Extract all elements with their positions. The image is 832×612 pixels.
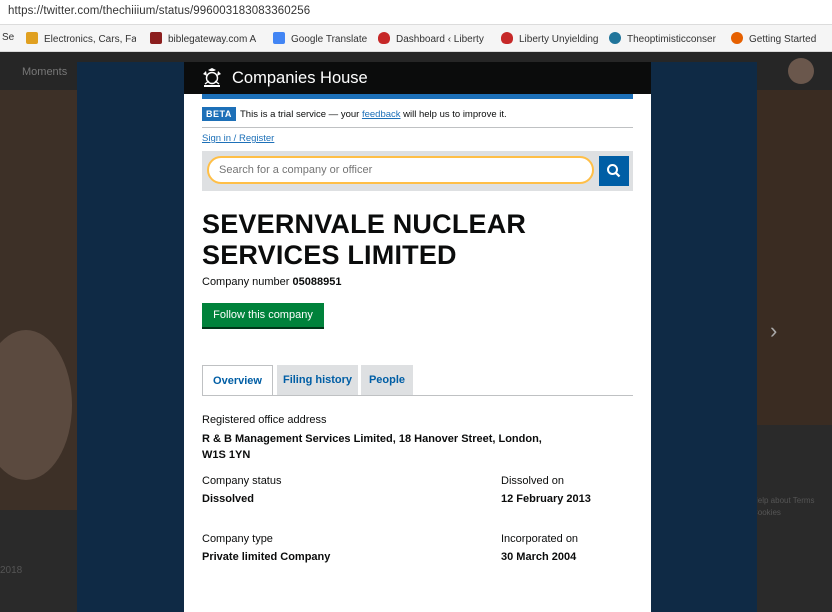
shopping-icon: [26, 32, 38, 44]
address-line-1: R & B Management Services Limited, 18 Ha…: [202, 433, 542, 445]
bookmark-2[interactable]: biblegateway.com A: [150, 32, 260, 45]
bookmark-5[interactable]: Liberty Unyielding: [501, 32, 601, 45]
beta-text-before: This is a trial service — your: [240, 109, 362, 120]
tab-overview[interactable]: Overview: [202, 365, 273, 396]
follow-company-button[interactable]: Follow this company: [202, 303, 324, 327]
companies-house-screenshot: Companies House BETA This is a trial ser…: [184, 62, 651, 612]
bookmark-1[interactable]: Electronics, Cars, Fas: [26, 32, 136, 45]
background-footer: Help about Terms Cookies: [752, 496, 815, 517]
company-number-label: Company number: [202, 276, 290, 288]
flame-icon: [378, 32, 390, 44]
address-bar[interactable]: https://twitter.com/thechiiium/status/99…: [0, 0, 832, 25]
tab-filing-history[interactable]: Filing history: [277, 365, 358, 395]
address-line-2: W1S 1YN: [202, 449, 251, 461]
beta-tag: BETA: [202, 107, 236, 121]
company-number: Company number 05088951: [202, 276, 341, 288]
url-text[interactable]: https://twitter.com/thechiiium/status/99…: [8, 5, 310, 17]
status-value: Dissolved: [202, 493, 254, 505]
bookmark-label: biblegateway.com A: [168, 34, 257, 45]
bookmark-4[interactable]: Dashboard ‹ Liberty: [378, 32, 486, 45]
search-bar: [202, 151, 633, 191]
bookmark-label: Theoptimisticconser: [627, 34, 716, 45]
beta-text-after: will help us to improve it.: [400, 109, 507, 120]
tabs-divider: [202, 395, 633, 396]
beta-banner: BETA This is a trial service — your feed…: [202, 107, 633, 128]
next-chevron-icon[interactable]: ›: [770, 318, 777, 344]
bookmark-0[interactable]: Se: [2, 32, 16, 43]
company-type-value: Private limited Company: [202, 551, 331, 563]
address-label: Registered office address: [202, 414, 327, 426]
bookmarks-bar: Se Electronics, Cars, Fas biblegateway.c…: [0, 25, 832, 52]
translate-icon: [273, 32, 285, 44]
background-avatar-small: [788, 58, 814, 84]
site-title[interactable]: Companies House: [232, 69, 368, 88]
firefox-icon: [731, 32, 743, 44]
bookmark-label: Google Translate: [291, 34, 368, 45]
search-button[interactable]: [599, 156, 629, 186]
dissolved-value: 12 February 2013: [501, 493, 591, 505]
bookmark-3[interactable]: Google Translate: [273, 32, 369, 45]
flame-icon: [501, 32, 513, 44]
background-year: 2018: [0, 565, 23, 576]
status-label: Company status: [202, 475, 282, 487]
bible-icon: [150, 32, 162, 44]
company-type-label: Company type: [202, 533, 273, 545]
dissolved-label: Dissolved on: [501, 475, 564, 487]
bookmark-label: Se: [2, 32, 15, 43]
header-accent-bar: [202, 94, 633, 99]
beta-message: This is a trial service — your feedback …: [240, 109, 507, 120]
feedback-link[interactable]: feedback: [362, 109, 401, 120]
incorporated-label: Incorporated on: [501, 533, 579, 545]
bookmark-7[interactable]: Getting Started: [731, 32, 831, 45]
wordpress-icon: [609, 32, 621, 44]
background-moments-label: Moments: [22, 66, 68, 78]
company-name-heading: SEVERNVALE NUCLEAR SERVICES LIMITED: [202, 209, 527, 270]
search-input[interactable]: [207, 156, 594, 184]
site-header: Companies House: [184, 62, 651, 94]
bookmark-label: Dashboard ‹ Liberty: [396, 34, 484, 45]
incorporated-value: 30 March 2004: [501, 551, 577, 563]
bookmark-label: Getting Started: [749, 34, 817, 45]
royal-crest-icon: [203, 68, 221, 87]
tab-people[interactable]: People: [361, 365, 413, 395]
search-icon: [607, 164, 621, 178]
address-value: R & B Management Services Limited, 18 Ha…: [202, 431, 542, 463]
bookmark-label: Electronics, Cars, Fas: [44, 34, 136, 45]
bookmark-6[interactable]: Theoptimisticconser: [609, 32, 719, 45]
company-number-value: 05088951: [292, 276, 342, 288]
background-photo-right: [756, 90, 832, 425]
bookmark-label: Liberty Unyielding: [519, 34, 599, 45]
sign-in-link[interactable]: Sign in / Register: [202, 133, 274, 144]
